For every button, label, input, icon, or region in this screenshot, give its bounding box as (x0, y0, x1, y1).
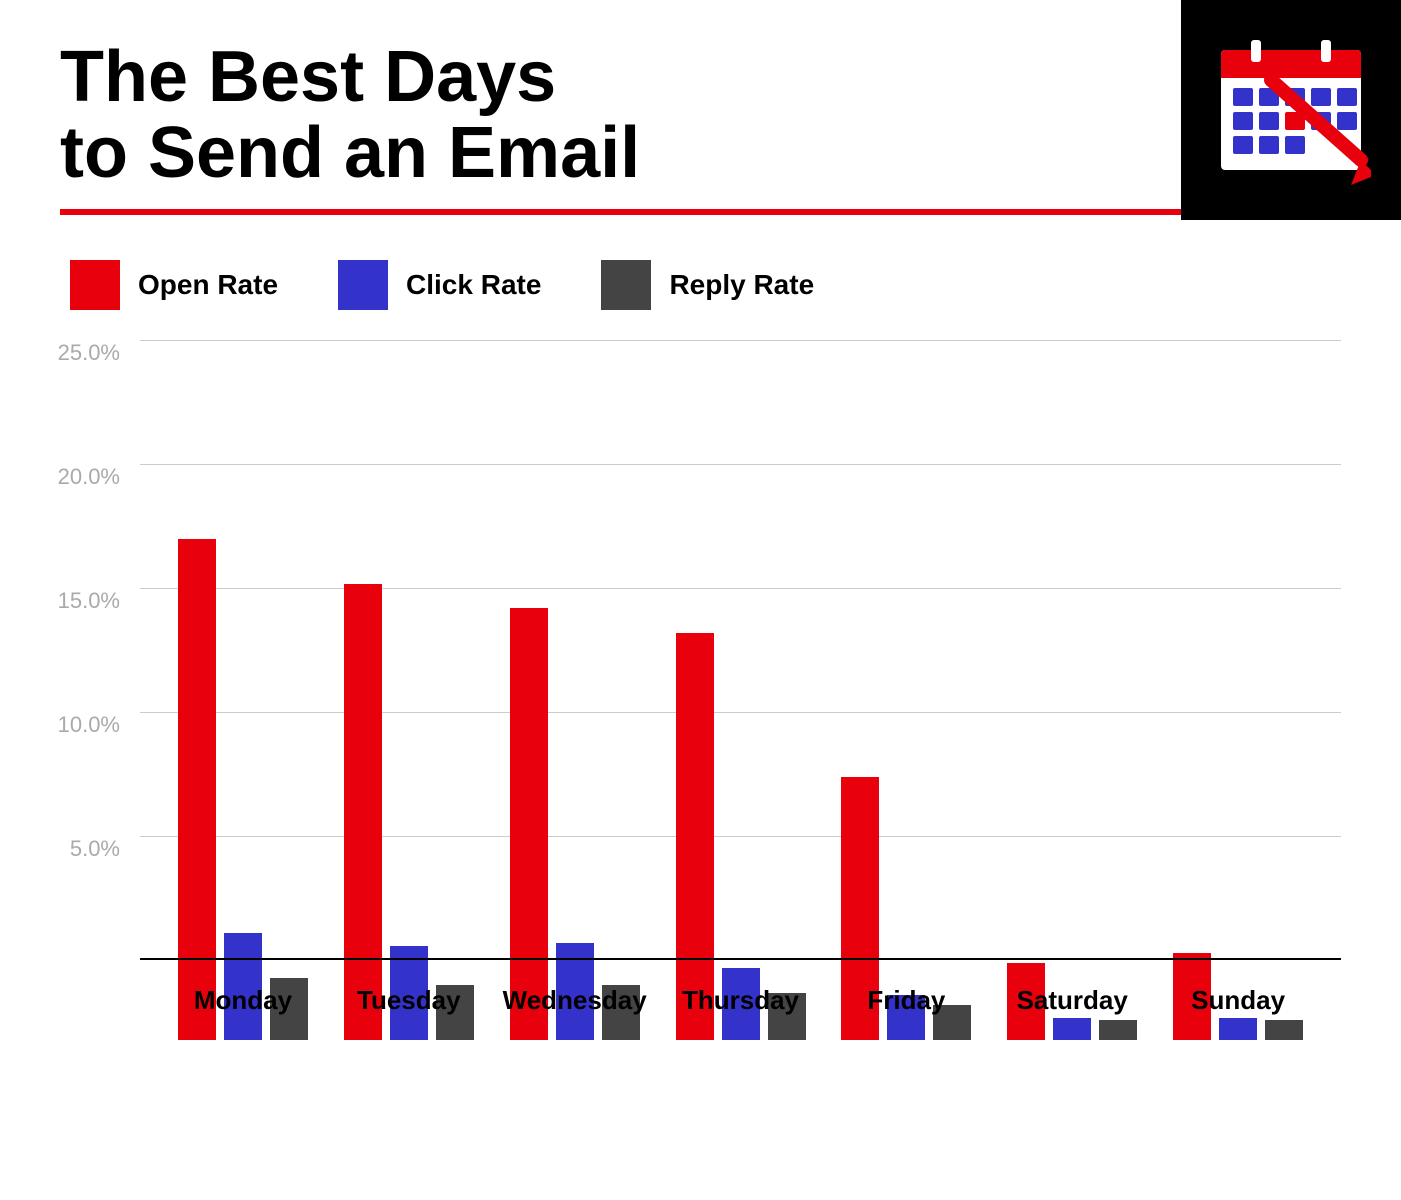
calendar-icon-container (1181, 0, 1401, 220)
y-axis-labels: 25.0% 20.0% 15.0% 10.0% 5.0% (60, 340, 130, 960)
calendar-icon (1211, 30, 1371, 190)
x-label-sunday: Sunday (1155, 985, 1321, 1016)
y-label-15: 15.0% (58, 588, 120, 614)
legend-label-click: Click Rate (406, 269, 541, 301)
legend-section: Open Rate Click Rate Reply Rate (60, 260, 1341, 310)
legend-item-reply: Reply Rate (601, 260, 814, 310)
legend-item-click: Click Rate (338, 260, 541, 310)
legend-label-open: Open Rate (138, 269, 278, 301)
x-label-thursday: Thursday (658, 985, 824, 1016)
title-block: The Best Days to Send an Email (60, 40, 1181, 215)
main-title: The Best Days to Send an Email (60, 40, 1181, 191)
legend-box-open (70, 260, 120, 310)
legend-box-reply (601, 260, 651, 310)
bars-container (140, 340, 1341, 1040)
x-label-friday: Friday (823, 985, 989, 1016)
y-label-20: 20.0% (58, 464, 120, 490)
y-label-25: 25.0% (58, 340, 120, 366)
main-container: The Best Days to Send an Email (0, 0, 1401, 1200)
y-label-5: 5.0% (70, 836, 120, 862)
chart-area: 25.0% 20.0% 15.0% 10.0% 5.0% (60, 340, 1341, 1040)
legend-box-click (338, 260, 388, 310)
x-label-monday: Monday (160, 985, 326, 1016)
legend-label-reply: Reply Rate (669, 269, 814, 301)
x-label-saturday: Saturday (989, 985, 1155, 1016)
header-section: The Best Days to Send an Email (60, 40, 1341, 220)
y-label-10: 10.0% (58, 712, 120, 738)
red-divider-line (60, 209, 1181, 215)
x-label-tuesday: Tuesday (326, 985, 492, 1016)
x-axis-labels: Monday Tuesday Wednesday Thursday Friday… (140, 960, 1341, 1040)
x-label-wednesday: Wednesday (492, 985, 658, 1016)
legend-item-open: Open Rate (70, 260, 278, 310)
